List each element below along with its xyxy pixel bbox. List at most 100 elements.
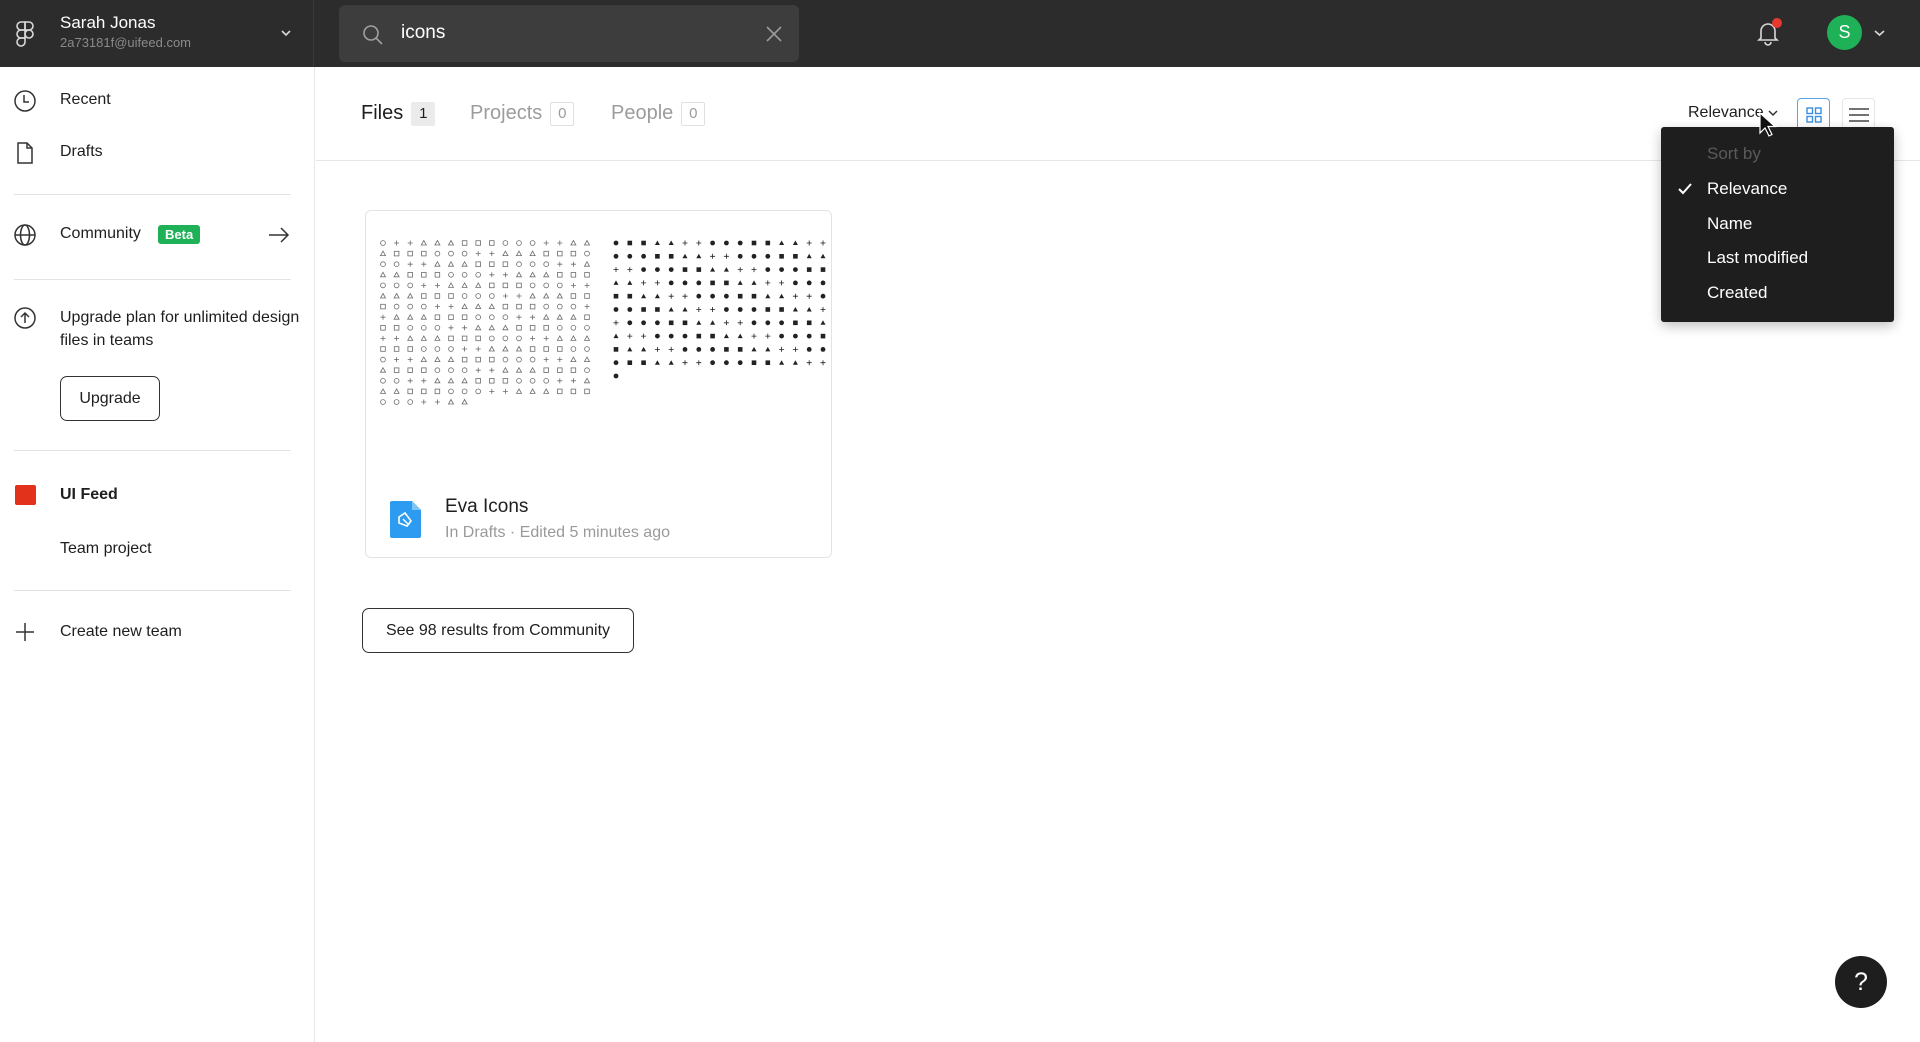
- thumbnail-glyph: [489, 314, 495, 320]
- thumbnail-glyph: [613, 253, 619, 259]
- file-card[interactable]: Eva Icons In Drafts · Edited 5 minutes a…: [365, 210, 832, 558]
- thumbnail-glyph: [543, 357, 549, 363]
- thumbnail-glyph: [448, 335, 454, 342]
- thumbnail-glyph: [682, 240, 688, 246]
- see-community-results-button[interactable]: See 98 results from Community: [362, 608, 634, 653]
- thumbnail-glyph: [529, 292, 536, 299]
- search-icon: [363, 25, 383, 45]
- thumbnail-glyph: [723, 253, 729, 259]
- close-icon[interactable]: [765, 25, 783, 43]
- thumbnail-glyph: [682, 360, 688, 366]
- sidebar-item-team[interactable]: UI Feed: [0, 475, 314, 515]
- tab-files[interactable]: Files 1: [361, 102, 436, 130]
- sidebar-item-community[interactable]: Community: [0, 215, 314, 255]
- thumbnail-glyph: [779, 267, 784, 272]
- thumbnail-glyph: [556, 292, 563, 299]
- create-team-label: Create new team: [60, 623, 182, 640]
- tab-label: People: [611, 102, 674, 124]
- thumbnail-glyph: [448, 293, 454, 299]
- thumbnail-glyph: [793, 333, 798, 339]
- thumbnail-glyph: [461, 240, 468, 246]
- chevron-down-icon[interactable]: [1874, 29, 1885, 37]
- sidebar-item-team-project[interactable]: Team project: [0, 529, 314, 569]
- thumbnail-glyph: [641, 293, 647, 299]
- team-name: UI Feed: [60, 486, 118, 503]
- thumbnail-glyph: [751, 253, 757, 259]
- thumbnail-glyph: [516, 325, 522, 331]
- option-label: Created: [1707, 283, 1768, 302]
- thumbnail-glyph: [420, 335, 427, 341]
- thumbnail-glyph: [668, 360, 674, 365]
- thumbnail-glyph: [668, 346, 674, 352]
- upgrade-button[interactable]: Upgrade: [60, 376, 160, 421]
- thumbnail-glyph: [682, 293, 688, 299]
- thumbnail-glyph: [515, 345, 523, 352]
- thumbnail-glyph: [434, 356, 441, 362]
- thumbnail-glyph: [806, 360, 812, 366]
- sidebar-item-label: Recent: [60, 91, 111, 108]
- thumbnail-glyph: [502, 378, 509, 384]
- thumbnail-glyph: [737, 333, 743, 339]
- thumbnail-glyph: [696, 320, 702, 325]
- thumbnail-glyph: [393, 271, 400, 278]
- thumbnail-glyph: [737, 240, 743, 246]
- sidebar-item-drafts[interactable]: Drafts: [0, 133, 314, 173]
- thumbnail-glyph: [641, 280, 647, 286]
- thumbnail-glyph: [434, 399, 440, 405]
- thumbnail-glyph: [380, 240, 386, 246]
- sort-option-created[interactable]: Created: [1661, 276, 1894, 310]
- thumbnail-glyph: [543, 261, 550, 267]
- create-new-team-button[interactable]: Create new team: [0, 612, 314, 652]
- thumbnail-glyph: [820, 280, 826, 286]
- thumbnail-glyph: [557, 282, 563, 289]
- thumbnail-glyph: [627, 267, 633, 273]
- thumbnail-glyph: [765, 360, 771, 365]
- top-bar: Sarah Jonas 2a73181f@uifeed.com S: [0, 0, 1920, 67]
- account-switcher[interactable]: Sarah Jonas 2a73181f@uifeed.com: [0, 0, 314, 67]
- thumbnail-glyph: [516, 240, 522, 246]
- thumbnail-glyph: [613, 293, 619, 299]
- sidebar-item-recent[interactable]: Recent: [0, 81, 314, 121]
- thumbnail-glyph: [627, 253, 633, 259]
- search-input[interactable]: [401, 17, 741, 49]
- thumbnail-glyph: [434, 272, 441, 278]
- thumbnail-glyph: [407, 388, 413, 395]
- help-button[interactable]: ?: [1835, 956, 1887, 1008]
- tab-count: 1: [411, 102, 436, 126]
- account-name: Sarah Jonas: [60, 13, 156, 32]
- divider: [14, 279, 291, 280]
- thumbnail-glyph: [475, 251, 481, 257]
- thumbnail-glyph: [489, 293, 495, 299]
- thumbnail-glyph: [584, 388, 590, 395]
- sort-option-name[interactable]: Name: [1661, 207, 1894, 241]
- thumbnail-glyph: [379, 292, 387, 299]
- search-bar: [339, 5, 799, 62]
- thumbnail-glyph: [393, 303, 400, 310]
- thumbnail-glyph: [820, 360, 826, 366]
- sort-option-last-modified[interactable]: Last modified: [1661, 241, 1894, 275]
- thumbnail-glyph: [641, 333, 647, 339]
- thumbnail-glyph: [724, 307, 729, 312]
- thumbnail-glyph: [806, 320, 812, 326]
- project-name: Team project: [60, 540, 152, 557]
- thumbnail-glyph: [820, 320, 826, 325]
- sort-option-relevance[interactable]: Relevance: [1661, 172, 1894, 206]
- thumbnail-glyph: [655, 333, 660, 339]
- thumbnail-glyph: [627, 280, 633, 285]
- thumbnail-glyph: [793, 254, 798, 259]
- sort-menu-header: Sort by: [1707, 144, 1761, 163]
- thumbnail-glyph: [380, 314, 386, 320]
- thumbnail-glyph: [570, 346, 577, 352]
- sort-selected: Relevance: [1688, 104, 1764, 121]
- thumbnail-glyph: [584, 293, 590, 299]
- tab-projects[interactable]: Projects 0: [470, 102, 575, 130]
- user-avatar[interactable]: S: [1827, 15, 1862, 50]
- thumbnail-glyph: [529, 271, 536, 278]
- upgrade-message: Upgrade plan for unlimited design files …: [60, 309, 300, 349]
- thumbnail-glyph: [421, 367, 427, 373]
- thumbnail-glyph: [434, 293, 441, 299]
- beta-badge: Beta: [158, 225, 201, 244]
- thumbnail-glyph: [434, 282, 440, 288]
- tab-people[interactable]: People 0: [611, 102, 706, 130]
- thumbnail-glyph: [515, 366, 523, 373]
